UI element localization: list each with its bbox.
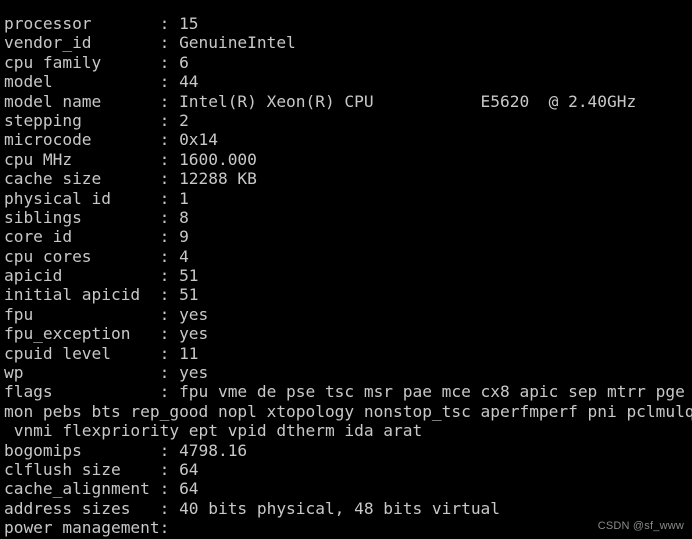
terminal-line: microcode : 0x14 xyxy=(4,130,218,150)
terminal-line: apicid : 51 xyxy=(4,266,199,286)
terminal-line: address sizes : 40 bits physical, 48 bit… xyxy=(4,498,501,518)
terminal-line: model : 44 xyxy=(4,72,199,92)
terminal-line: mon pebs bts rep_good nopl xtopology non… xyxy=(4,401,692,421)
terminal-line: cpu family : 6 xyxy=(4,52,189,72)
terminal-line: wp : yes xyxy=(4,363,209,383)
terminal-line: model name : Intel(R) Xeon(R) CPU E5620 … xyxy=(4,91,637,111)
terminal-line: fpu : yes xyxy=(4,304,209,324)
terminal-window[interactable]: processor : 15 vendor_id : GenuineIntel cp… xyxy=(0,0,692,539)
terminal-line: vnmi flexpriority ept vpid dtherm ida ar… xyxy=(4,421,423,441)
terminal-line: power management: xyxy=(4,518,170,538)
terminal-line: processor : 15 xyxy=(4,14,199,33)
terminal-line: siblings : 8 xyxy=(4,207,189,227)
terminal-line: fpu_exception : yes xyxy=(4,324,209,344)
terminal-line: cpu cores : 4 xyxy=(4,246,189,266)
terminal-line: cache_alignment : 64 xyxy=(4,479,199,499)
terminal-line: flags : fpu vme de pse tsc msr pae mce c… xyxy=(4,382,692,402)
watermark-label: CSDN @sf_www xyxy=(597,520,684,532)
terminal-output: processor : 15 vendor_id : GenuineIntel cp… xyxy=(4,14,692,538)
terminal-line: clflush size : 64 xyxy=(4,459,199,479)
terminal-line: vendor_id : GenuineIntel xyxy=(4,33,296,53)
terminal-line: cpu MHz : 1600.000 xyxy=(4,149,257,169)
terminal-line: bogomips : 4798.16 xyxy=(4,440,248,460)
terminal-line: cache size : 12288 KB xyxy=(4,169,257,189)
terminal-line: physical id : 1 xyxy=(4,188,189,208)
terminal-line: initial apicid : 51 xyxy=(4,285,199,305)
terminal-line: core id : 9 xyxy=(4,227,189,247)
terminal-line: stepping : 2 xyxy=(4,110,189,130)
terminal-line: cpuid level : 11 xyxy=(4,343,199,363)
